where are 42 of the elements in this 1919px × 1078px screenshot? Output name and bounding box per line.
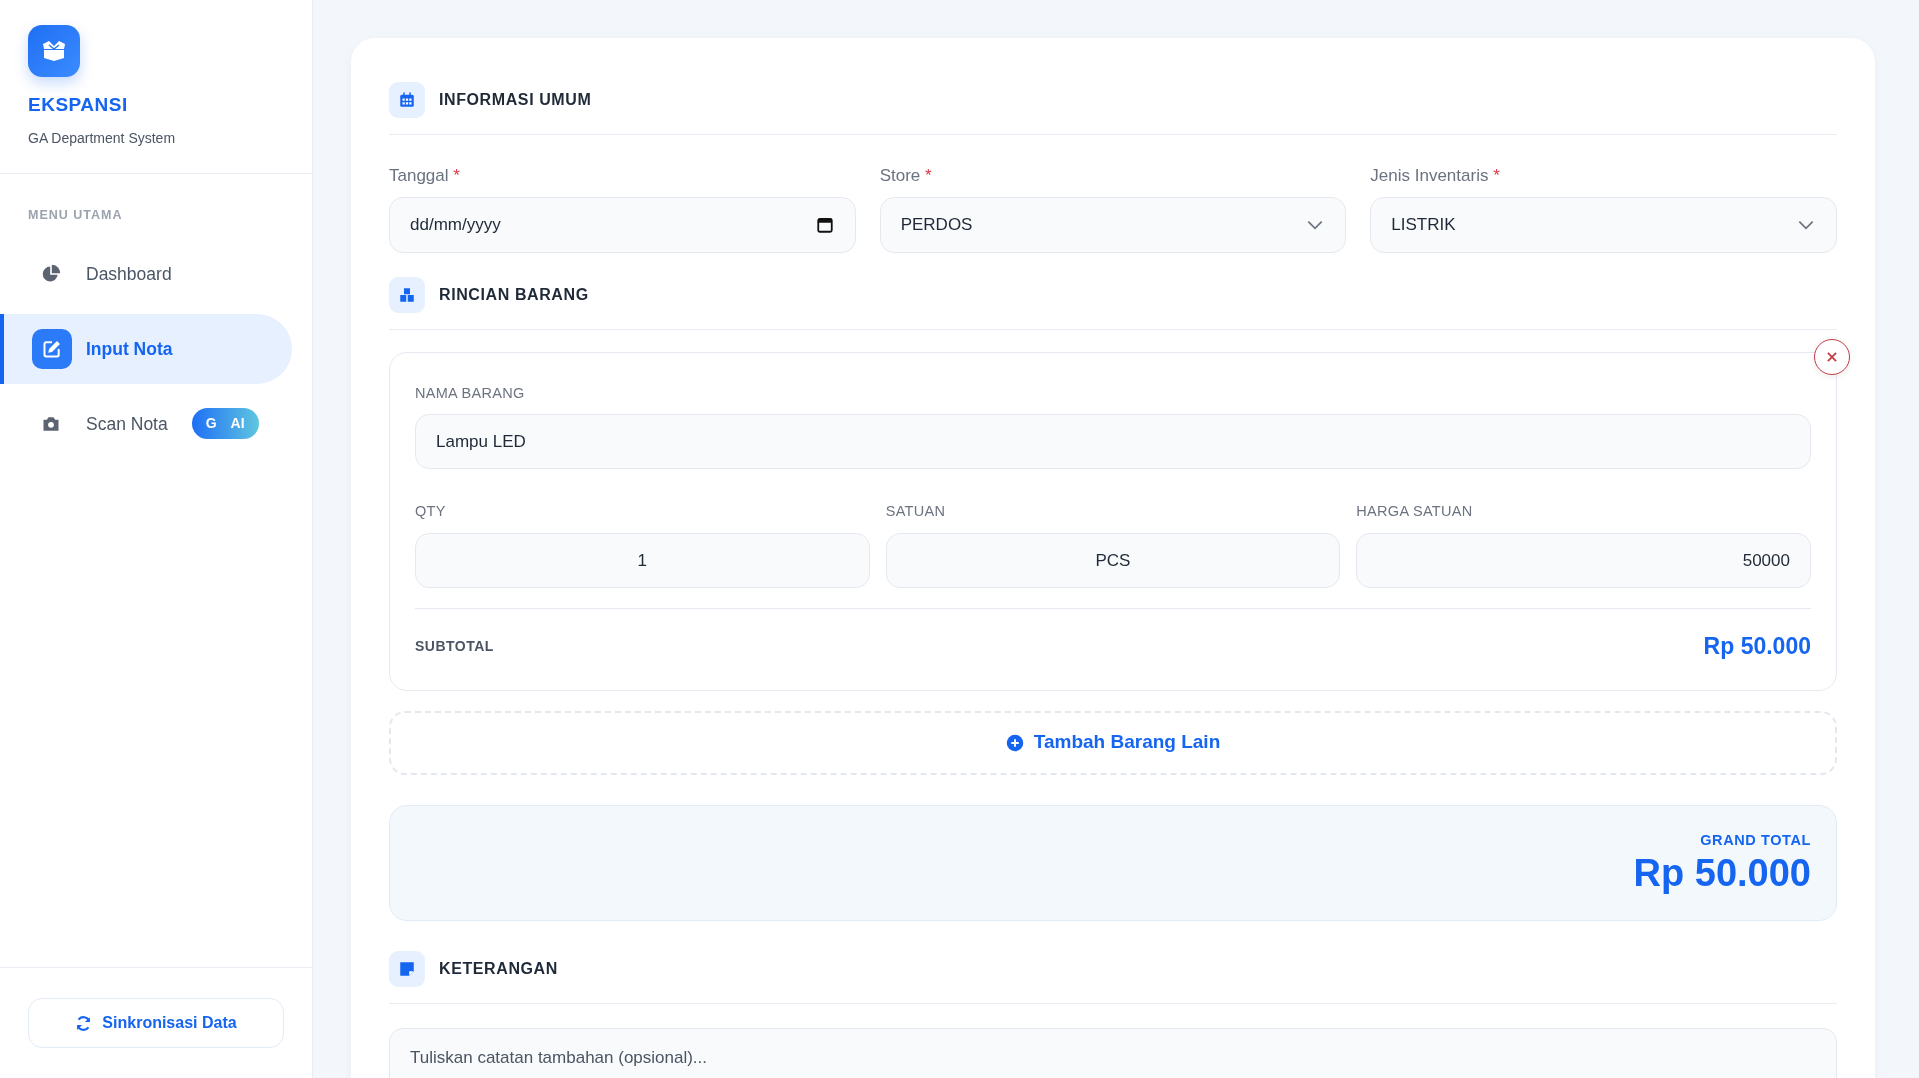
- boxes-icon: [398, 285, 416, 304]
- sidebar-item[interactable]: Input Nota: [0, 313, 292, 384]
- notes-field[interactable]: Tuliskan catatan tambahan (opsional)...: [389, 1027, 1837, 1078]
- input-field[interactable]: 1: [415, 533, 870, 588]
- close-icon: [1825, 349, 1839, 364]
- field-label: Store *: [879, 165, 933, 187]
- input-field[interactable]: PCS: [885, 533, 1341, 588]
- grand-total-value: Rp 50.000: [1633, 851, 1811, 896]
- calendar-icon: [815, 215, 834, 234]
- input-field[interactable]: 50000: [1356, 533, 1811, 588]
- grand-total-label: GRAND TOTAL: [1700, 830, 1811, 850]
- add-item-button[interactable]: Tambah Barang Lain: [389, 710, 1837, 775]
- edit-icon: [42, 338, 62, 359]
- sidebar-item[interactable]: Scan Nota G AI: [0, 388, 292, 459]
- field-label: SATUAN: [885, 502, 947, 522]
- close-button[interactable]: [1814, 338, 1850, 375]
- field-label: QTY: [415, 502, 447, 522]
- brand-subtitle: GA Department System: [28, 129, 177, 148]
- sync-button[interactable]: Sinkronisasi Data: [28, 998, 284, 1048]
- logo-icon: [28, 25, 80, 77]
- brand-name: EKSPANSI: [28, 95, 129, 114]
- subtotal-value: Rp 50.000: [1703, 632, 1811, 661]
- date-field[interactable]: dd/mm/yyyy: [389, 196, 856, 253]
- ai-badge: G AI: [191, 408, 259, 440]
- field-label: Jenis Inventaris *: [1370, 165, 1501, 187]
- field-label: NAMA BARANG: [415, 383, 526, 403]
- field-label: Tanggal *: [389, 165, 461, 187]
- dropdown[interactable]: PERDOS: [879, 196, 1347, 253]
- note-icon: [398, 959, 416, 978]
- field-label: HARGA SATUAN: [1356, 502, 1474, 522]
- plus-circle-icon: [1005, 733, 1024, 752]
- input-field[interactable]: Lampu LED: [415, 414, 1811, 470]
- calendar-icon: [398, 91, 416, 109]
- section-title: RINCIAN BARANG: [439, 284, 589, 305]
- section-title: KETERANGAN: [439, 958, 558, 979]
- menu-heading: MENU UTAMA: [28, 207, 124, 224]
- dropdown[interactable]: LISTRIK: [1370, 196, 1837, 253]
- refresh-icon: [75, 1014, 93, 1032]
- section-title: INFORMASI UMUM: [439, 90, 592, 110]
- subtotal-label: SUBTOTAL: [415, 636, 494, 656]
- sidebar-item[interactable]: Dashboard: [0, 238, 292, 309]
- pie-chart-icon: [41, 263, 61, 284]
